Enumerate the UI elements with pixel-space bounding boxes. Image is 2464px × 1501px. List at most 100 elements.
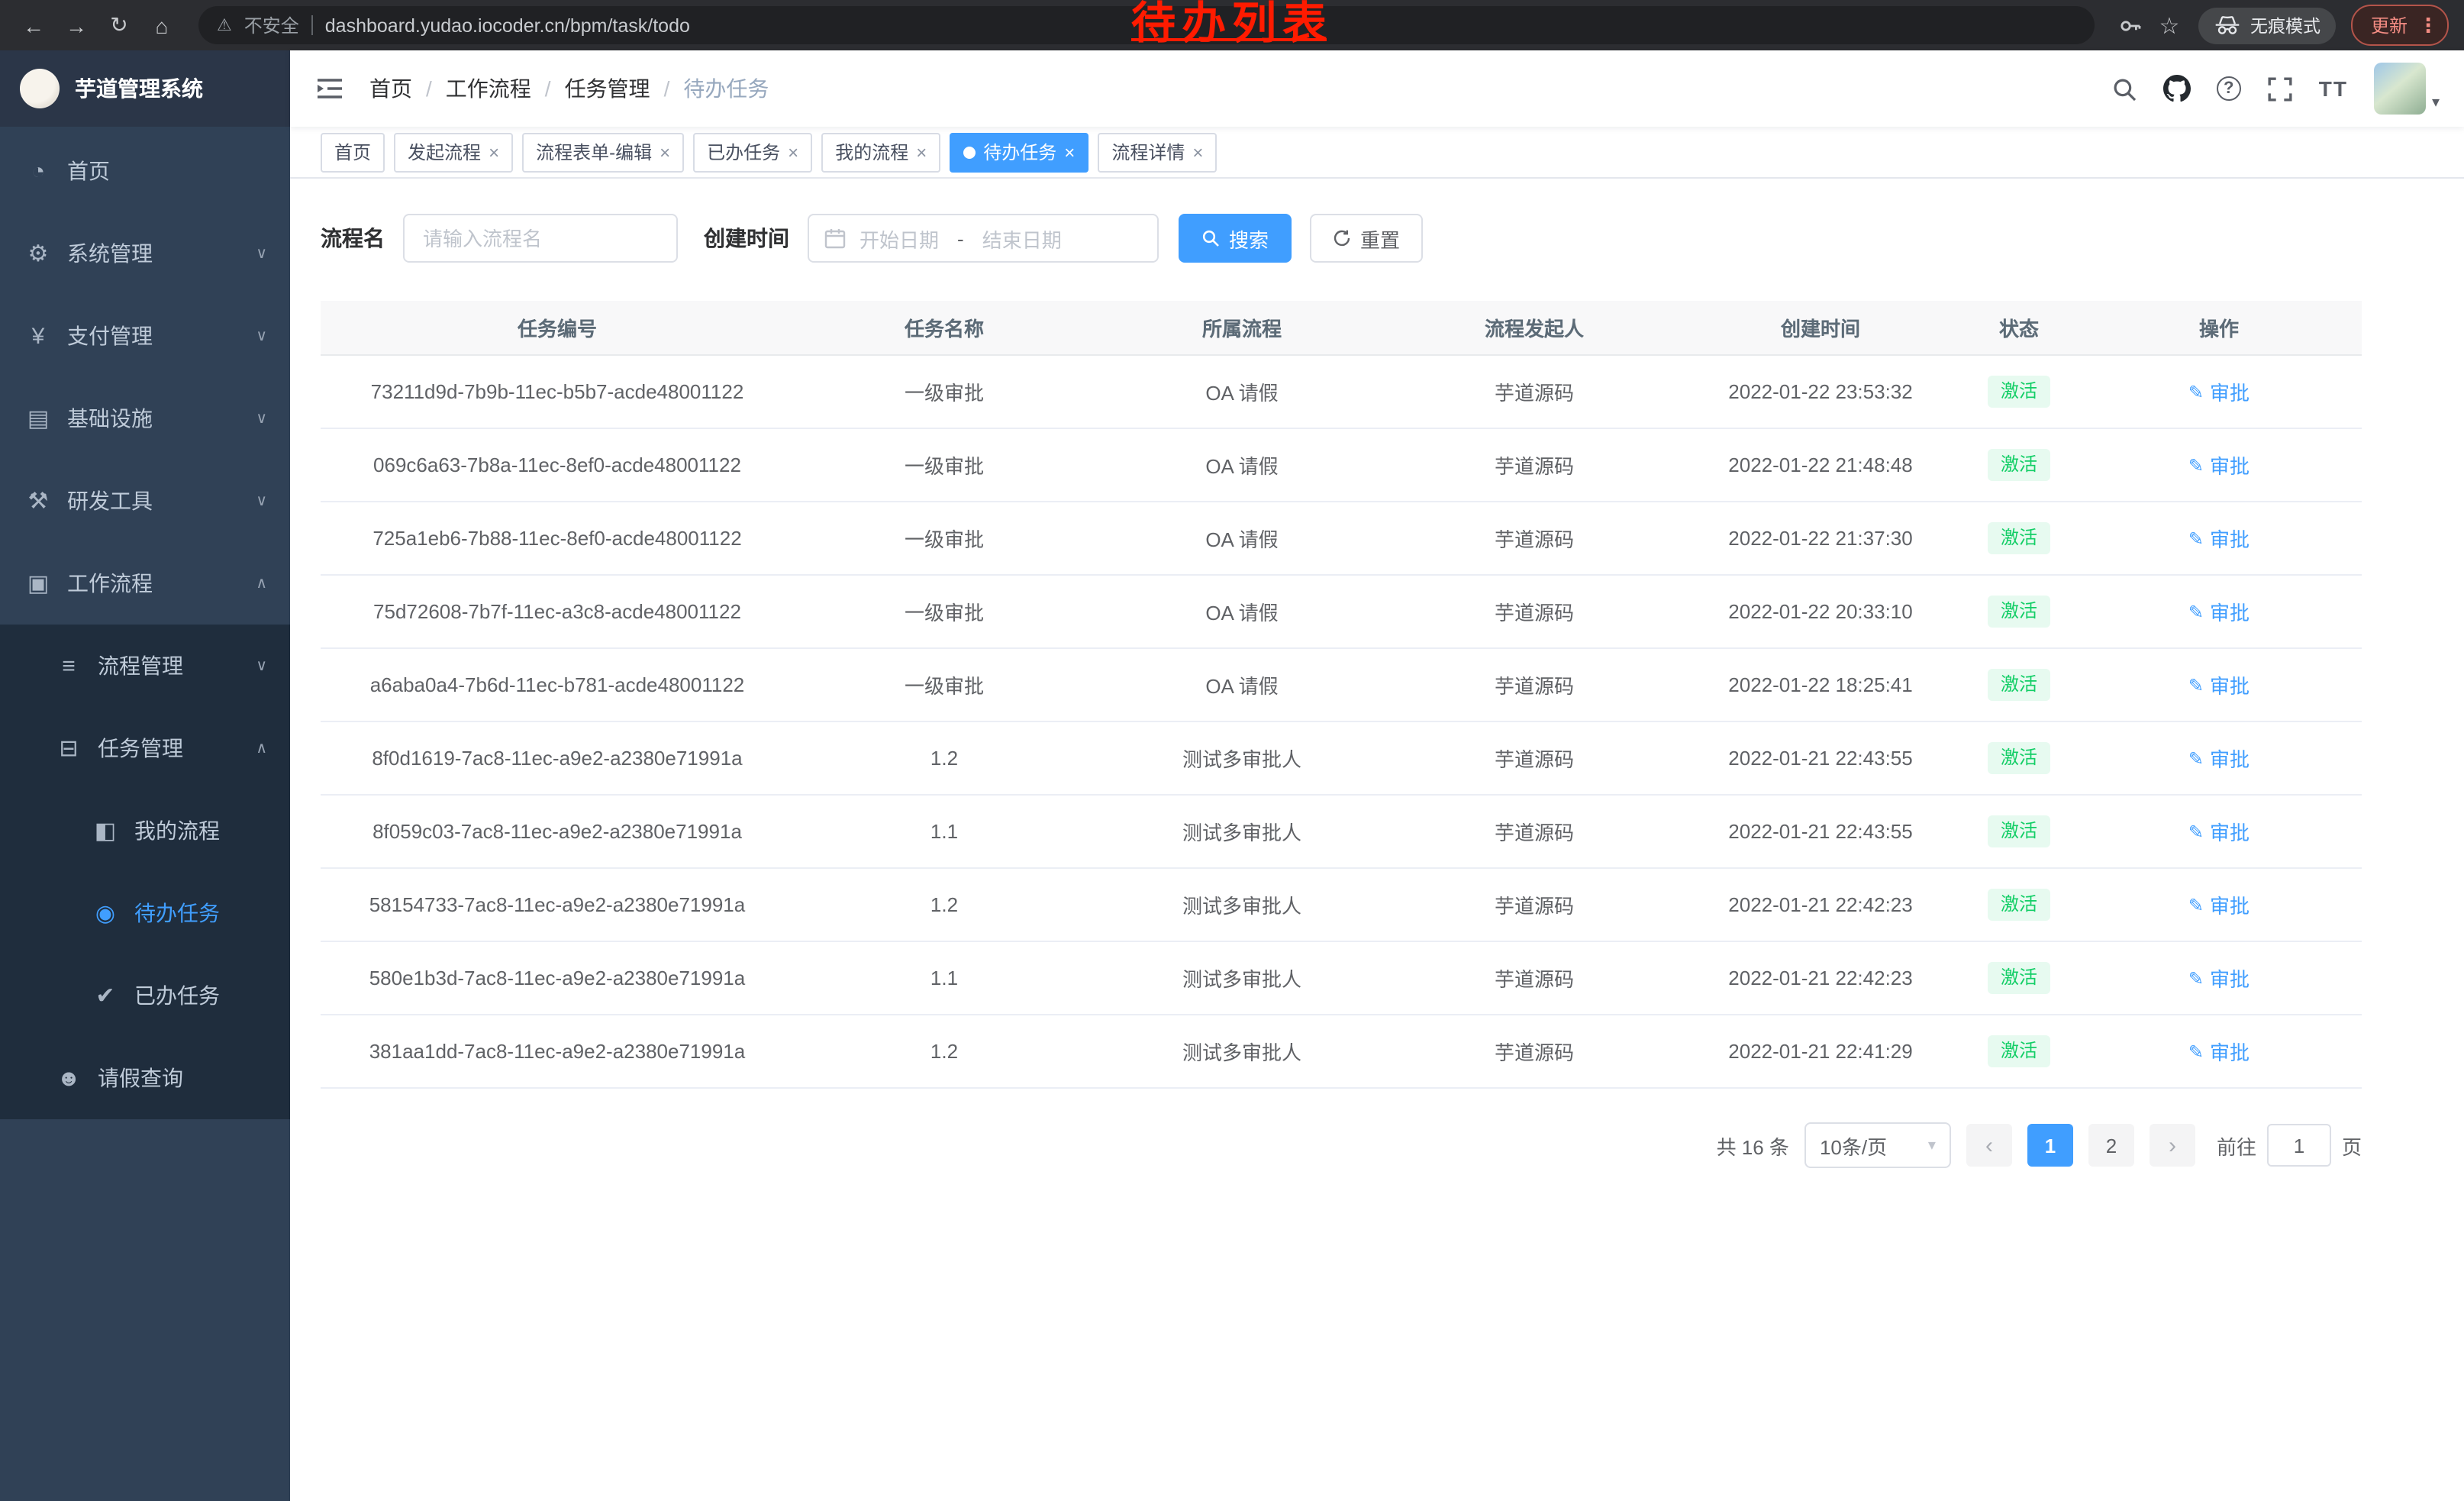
approve-link[interactable]: ✎ 审批 xyxy=(2188,597,2250,626)
chevron-icon: ∨ xyxy=(256,245,267,262)
forward-icon[interactable]: → xyxy=(58,7,95,44)
sidebar-item-label: 工作流程 xyxy=(67,568,153,599)
bookmark-star-icon[interactable]: ☆ xyxy=(2153,11,2186,39)
sidebar-item[interactable]: ⚒ 研发工具 ∨ xyxy=(0,460,290,542)
approve-link[interactable]: ✎ 审批 xyxy=(2188,890,2250,919)
tab-item[interactable]: 首页 xyxy=(321,132,385,172)
close-icon[interactable]: × xyxy=(788,143,798,161)
payment-icon: ¥ xyxy=(24,323,52,349)
cell-task-id: 73211d9d-7b9b-11ec-b5b7-acde48001122 xyxy=(321,380,794,403)
page-size-select[interactable]: 10条/页 ▾ xyxy=(1804,1122,1951,1168)
sidebar-toggle-icon[interactable] xyxy=(314,73,348,104)
process-name-input[interactable] xyxy=(403,214,678,263)
search-icon[interactable] xyxy=(2111,76,2137,102)
sidebar-item[interactable]: ◧ 我的流程 xyxy=(0,789,290,872)
home-icon[interactable]: ⌂ xyxy=(144,7,180,44)
status-badge: 激活 xyxy=(1988,889,2050,921)
approve-link[interactable]: ✎ 审批 xyxy=(2188,377,2250,406)
sidebar-item[interactable]: ▣ 工作流程 ∧ xyxy=(0,542,290,625)
cell-starter: 芋道源码 xyxy=(1389,670,1679,699)
approve-link[interactable]: ✎ 审批 xyxy=(2188,670,2250,699)
next-page-button[interactable]: › xyxy=(2150,1124,2195,1167)
tab-item[interactable]: 已办任务 × xyxy=(693,132,812,172)
table-row: 75d72608-7b7f-11ec-a3c8-acde48001122 一级审… xyxy=(321,576,2362,649)
breadcrumb-item[interactable]: 任务管理 / xyxy=(565,73,670,104)
tab-item[interactable]: 我的流程 × xyxy=(821,132,940,172)
update-button[interactable]: 更新 ⋮ xyxy=(2351,5,2449,46)
reset-button[interactable]: 重置 xyxy=(1310,214,1423,263)
cell-starter: 芋道源码 xyxy=(1389,1037,1679,1066)
help-icon[interactable]: ? xyxy=(2217,76,2241,101)
close-icon[interactable]: × xyxy=(1192,143,1203,161)
page-number-button[interactable]: 1 xyxy=(2027,1124,2073,1167)
page-size-value: 10条/页 xyxy=(1820,1131,1887,1160)
edit-icon: ✎ xyxy=(2188,894,2204,915)
breadcrumb-item[interactable]: 待办任务 xyxy=(683,73,769,104)
tab-label: 流程详情 xyxy=(1111,139,1185,165)
cell-starter: 芋道源码 xyxy=(1389,964,1679,993)
cell-create-time: 2022-01-21 22:42:23 xyxy=(1679,893,1962,916)
column-header: 任务编号 xyxy=(321,313,794,342)
column-header: 操作 xyxy=(2076,313,2362,342)
back-icon[interactable]: ← xyxy=(15,7,52,44)
tab-item[interactable]: 流程详情 × xyxy=(1098,132,1217,172)
approve-link[interactable]: ✎ 审批 xyxy=(2188,964,2250,993)
sidebar-item[interactable]: ▤ 基础设施 ∨ xyxy=(0,377,290,460)
fullscreen-icon[interactable] xyxy=(2267,76,2293,102)
close-icon[interactable]: × xyxy=(1064,143,1075,161)
tab-item[interactable]: 待办任务 × xyxy=(950,132,1088,172)
breadcrumb-item[interactable]: 工作流程 / xyxy=(446,73,551,104)
status-badge: 激活 xyxy=(1988,816,2050,847)
approve-link[interactable]: ✎ 审批 xyxy=(2188,450,2250,479)
cell-create-time: 2022-01-21 22:41:29 xyxy=(1679,1040,1962,1063)
sidebar-item[interactable]: ⚙ 系统管理 ∨ xyxy=(0,212,290,295)
breadcrumb-item[interactable]: 首页 / xyxy=(369,73,432,104)
browser-menu-icon[interactable]: ⋮ xyxy=(2418,13,2438,37)
tab-item[interactable]: 发起流程 × xyxy=(394,132,513,172)
date-range-picker[interactable]: 开始日期 - 结束日期 xyxy=(808,214,1159,263)
approve-link[interactable]: ✎ 审批 xyxy=(2188,524,2250,553)
close-icon[interactable]: × xyxy=(660,143,670,161)
my-process-icon: ◧ xyxy=(92,817,119,844)
sidebar-item[interactable]: ≡ 流程管理 ∨ xyxy=(0,625,290,707)
approve-link[interactable]: ✎ 审批 xyxy=(2188,744,2250,773)
app-root: 芋道管理系统 ◔ 首页 ⚙ 系统管理 ∨ ¥ 支付管理 ∨ xyxy=(0,50,2464,1501)
edit-icon: ✎ xyxy=(2188,454,2204,476)
font-size-icon[interactable]: TT xyxy=(2319,76,2348,101)
search-button[interactable]: 搜索 xyxy=(1179,214,1292,263)
total-count: 共 16 条 xyxy=(1717,1131,1789,1160)
sidebar-item[interactable]: ☻ 请假查询 xyxy=(0,1037,290,1119)
goto-page-input[interactable] xyxy=(2267,1124,2331,1167)
close-icon[interactable]: × xyxy=(489,143,499,161)
sidebar-item[interactable]: ¥ 支付管理 ∨ xyxy=(0,295,290,377)
sidebar-item[interactable]: ✔ 已办任务 xyxy=(0,954,290,1037)
reload-icon[interactable]: ↻ xyxy=(101,7,137,44)
approve-link[interactable]: ✎ 审批 xyxy=(2188,817,2250,846)
breadcrumb-label: 首页 xyxy=(369,73,412,104)
tab-label: 首页 xyxy=(334,139,371,165)
table-row: a6aba0a4-7b6d-11ec-b781-acde48001122 一级审… xyxy=(321,649,2362,722)
sidebar-item[interactable]: ◔ 首页 xyxy=(0,130,290,212)
range-separator: - xyxy=(957,227,964,250)
tab-item[interactable]: 流程表单-编辑 × xyxy=(522,132,684,172)
page-number-button[interactable]: 2 xyxy=(2088,1124,2134,1167)
goto-label: 前往 xyxy=(2217,1131,2256,1160)
devtools-icon: ⚒ xyxy=(24,487,52,515)
browser-window: ←→↻⌂ ⚠ 不安全 dashboard.yudao.iocoder.cn/bp… xyxy=(0,0,2464,1501)
tab-label: 流程表单-编辑 xyxy=(536,139,652,165)
edit-icon: ✎ xyxy=(2188,674,2204,696)
github-icon[interactable] xyxy=(2163,75,2191,102)
approve-link[interactable]: ✎ 审批 xyxy=(2188,1037,2250,1066)
key-icon[interactable] xyxy=(2113,13,2146,37)
close-icon[interactable]: × xyxy=(916,143,927,161)
approve-link-label: 审批 xyxy=(2210,817,2250,846)
cell-process: 测试多审批人 xyxy=(1095,744,1389,773)
logo[interactable]: 芋道管理系统 xyxy=(0,50,290,127)
prev-page-button[interactable]: ‹ xyxy=(1966,1124,2012,1167)
task-management-icon: ⊟ xyxy=(55,734,82,762)
cell-task-name: 一级审批 xyxy=(794,597,1095,626)
user-menu[interactable]: ▾ xyxy=(2374,63,2440,115)
sidebar-item[interactable]: ⊟ 任务管理 ∧ xyxy=(0,707,290,789)
goto-suffix: 页 xyxy=(2342,1131,2362,1160)
sidebar-item[interactable]: ◉ 待办任务 xyxy=(0,872,290,954)
